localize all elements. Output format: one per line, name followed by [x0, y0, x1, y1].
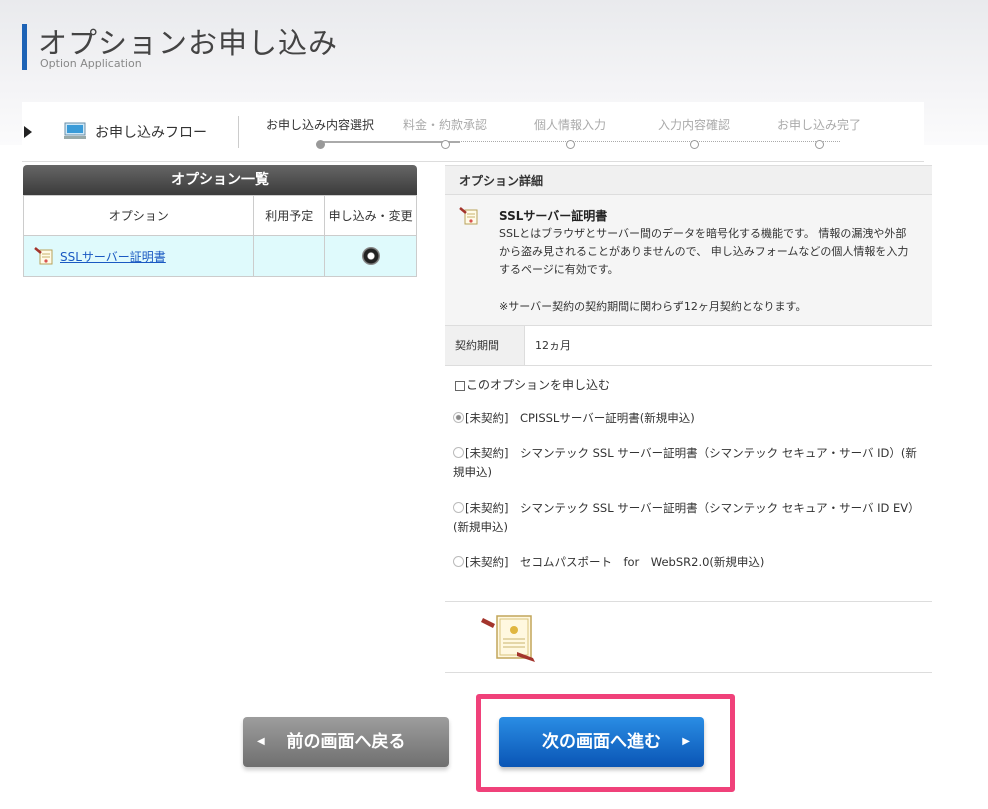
- flow-step-label: お申し込み完了: [776, 118, 861, 132]
- divider: [445, 672, 932, 673]
- plan-radio[interactable]: [453, 556, 464, 567]
- column-header-usage: 利用予定: [253, 195, 326, 236]
- contract-period-value: 12ヵ月: [535, 339, 571, 352]
- flow-step: 料金・約款承認: [379, 116, 511, 149]
- column-header-option: オプション: [22, 195, 255, 236]
- select-option-radio[interactable]: [361, 247, 380, 265]
- flow-step-dot: [814, 140, 824, 149]
- certificate-icon: [459, 207, 478, 225]
- certificate-icon: [34, 247, 53, 265]
- flow-step-label: 料金・約款承認: [402, 118, 487, 132]
- play-arrow-icon: [24, 126, 32, 138]
- flow-label: お申し込みフロー: [95, 125, 207, 141]
- flow-step: お申し込み内容選択: [254, 116, 386, 149]
- option-note: ※サーバー契約の契約期間に関わらず12ヶ月契約となります。: [499, 300, 807, 313]
- plan-label: [未契約] CPISSLサーバー証明書(新規申込): [465, 411, 695, 425]
- plan-option[interactable]: [未契約] CPISSLサーバー証明書(新規申込): [453, 409, 923, 428]
- chevron-right-icon: ▶: [682, 736, 690, 747]
- usage-cell: [253, 235, 326, 277]
- computer-icon: [64, 122, 86, 139]
- option-description: SSLとはブラウザとサーバー間のデータを暗号化する機能です。 情報の漏洩や外部か…: [499, 227, 909, 276]
- divider: [445, 601, 932, 602]
- chevron-left-icon: ◀: [257, 736, 265, 747]
- option-list-panel: オプション一覧 オプション 利用予定 申し込み・変更 SSLサーバー証明書: [22, 165, 417, 277]
- table-row[interactable]: SSLサーバー証明書: [22, 235, 417, 277]
- page-subtitle: Option Application: [40, 57, 142, 70]
- plan-radio[interactable]: [453, 412, 464, 423]
- apply-option-checkbox[interactable]: [455, 380, 465, 391]
- option-detail-panel: オプション詳細 SSLサーバー証明書 SSLとはブラウザとサーバー間のデータを暗…: [445, 165, 932, 673]
- plan-label: [未契約] シマンテック SSL サーバー証明書（シマンテック セキュア・サーバ…: [453, 501, 920, 534]
- flow-step: お申し込み完了: [753, 116, 885, 149]
- option-detail-title: オプション詳細: [445, 165, 932, 195]
- next-button-label: 次の画面へ進む: [542, 732, 661, 752]
- next-button[interactable]: 次の画面へ進む ▶: [499, 717, 704, 767]
- option-item-title: SSLサーバー証明書: [499, 209, 608, 223]
- back-button[interactable]: ◀ 前の画面へ戻る: [243, 717, 449, 767]
- option-list-title: オプション一覧: [23, 165, 417, 195]
- apply-option-checkbox-row[interactable]: このオプションを申し込む: [455, 376, 610, 393]
- flow-step-label: お申し込み内容選択: [265, 118, 374, 132]
- plan-radio[interactable]: [453, 447, 464, 458]
- certificate-illustration: [481, 615, 535, 662]
- flow-separator: [238, 116, 239, 148]
- apply-option-label: このオプションを申し込む: [466, 378, 611, 392]
- flow-step-label: 個人情報入力: [533, 118, 606, 132]
- back-button-label: 前の画面へ戻る: [286, 732, 406, 752]
- page-title: オプションお申し込み: [38, 26, 339, 60]
- flow-step-dot: [565, 140, 575, 149]
- flow-step: 入力内容確認: [628, 116, 760, 149]
- flow-step-dot: [689, 140, 699, 149]
- flow-step: 個人情報入力: [504, 116, 636, 149]
- flow-step-dot: [440, 140, 450, 149]
- contract-period-label: 契約期間: [445, 326, 525, 365]
- ssl-certificate-link[interactable]: SSLサーバー証明書: [60, 250, 166, 264]
- option-table: オプション 利用予定 申し込み・変更 SSLサーバー証明書: [22, 195, 417, 277]
- option-name-cell: SSLサーバー証明書: [22, 235, 255, 277]
- plan-option[interactable]: [未契約] シマンテック SSL サーバー証明書（シマンテック セキュア・サーバ…: [453, 444, 923, 482]
- flow-steps: お申し込み内容選択 料金・約款承認 個人情報入力 入力内容確認 お申し込み完了: [254, 116, 914, 156]
- plan-option[interactable]: [未契約] セコムパスポート for WebSR2.0(新規申込): [453, 553, 923, 572]
- flow-step-label: 入力内容確認: [657, 118, 730, 132]
- plan-label: [未契約] セコムパスポート for WebSR2.0(新規申込): [465, 555, 765, 569]
- flow-step-dot: [315, 140, 325, 149]
- plan-option[interactable]: [未契約] シマンテック SSL サーバー証明書（シマンテック セキュア・サーバ…: [453, 499, 923, 537]
- contract-period-row: 契約期間 12ヵ月: [445, 326, 932, 366]
- plan-label: [未契約] シマンテック SSL サーバー証明書（シマンテック セキュア・サーバ…: [453, 446, 917, 479]
- apply-cell: [324, 235, 417, 277]
- option-description-box: SSLサーバー証明書 SSLとはブラウザとサーバー間のデータを暗号化する機能です…: [445, 195, 932, 326]
- application-flow: お申し込みフロー お申し込み内容選択 料金・約款承認 個人情報入力 入力内容確認…: [22, 102, 924, 162]
- title-accent-bar: [22, 24, 27, 70]
- plan-radio[interactable]: [453, 502, 464, 513]
- column-header-apply: 申し込み・変更: [324, 195, 417, 236]
